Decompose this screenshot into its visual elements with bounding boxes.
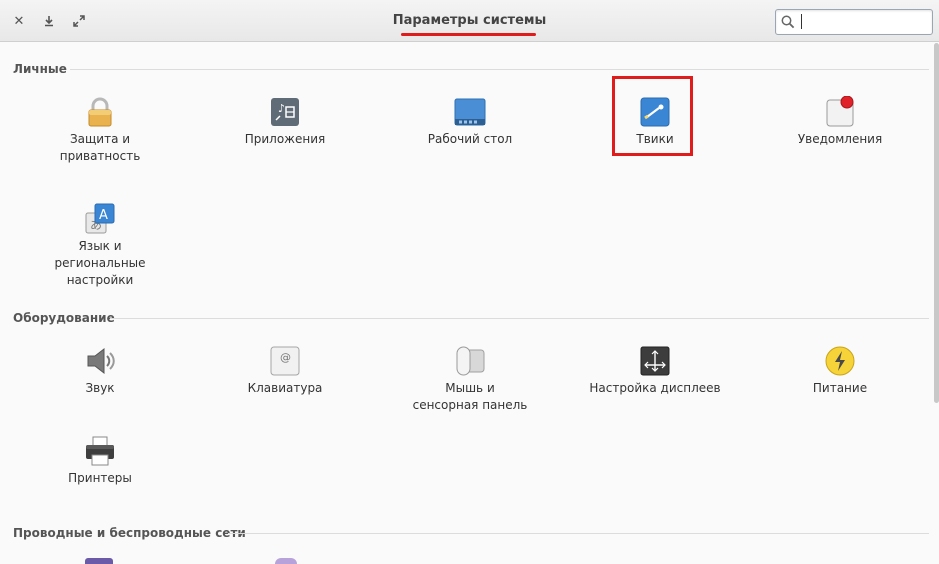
title-underline: [401, 33, 536, 36]
item-language-region[interactable]: あ A Язык и региональные настройки: [25, 203, 175, 289]
item-label: Питание: [812, 381, 868, 395]
item-label: Звук: [85, 381, 115, 395]
language-icon: あ A: [84, 203, 116, 235]
item-keyboard[interactable]: @ Клавиатура: [210, 345, 360, 397]
item-sound[interactable]: Звук: [25, 345, 175, 397]
search-field[interactable]: [775, 9, 933, 35]
lock-icon: [84, 96, 116, 128]
item-applications[interactable]: ♪ Приложения: [210, 96, 360, 148]
title-bar: ✕ Параметры системы: [0, 0, 939, 42]
power-icon: [824, 345, 856, 377]
section-header-hardware: Оборудование: [13, 311, 115, 325]
search-input[interactable]: [800, 12, 930, 32]
display-icon: [639, 345, 671, 377]
item-printers[interactable]: Принтеры: [25, 435, 175, 487]
svg-text:♪: ♪: [278, 102, 285, 115]
section-divider: [110, 318, 929, 319]
highlight-box: [612, 76, 693, 156]
section-divider: [70, 69, 929, 70]
speaker-icon: [84, 345, 116, 377]
item-label: Рабочий стол: [427, 132, 513, 146]
network-item-icon-partial: [275, 558, 297, 564]
item-label: Мышь и сенсорная панель: [412, 381, 528, 412]
svg-text:A: A: [99, 208, 108, 223]
item-label: Клавиатура: [247, 381, 323, 395]
item-desktop[interactable]: Рабочий стол: [395, 96, 545, 148]
section-header-network: Проводные и беспроводные сети: [13, 526, 246, 540]
keyboard-icon: @: [269, 345, 301, 377]
notifications-icon: [824, 95, 856, 128]
item-label: Приложения: [244, 132, 326, 146]
desktop-icon: [454, 96, 486, 128]
item-displays[interactable]: Настройка дисплеев: [580, 345, 730, 397]
item-mouse-touchpad[interactable]: Мышь и сенсорная панель: [395, 345, 545, 414]
section-header-personal: Личные: [13, 62, 67, 76]
applications-icon: ♪: [269, 96, 301, 128]
item-label: Настройка дисплеев: [589, 381, 721, 395]
item-label: Уведомления: [797, 132, 883, 146]
section-divider: [228, 533, 929, 534]
scrollbar[interactable]: [934, 43, 939, 403]
item-label: Защита и приватность: [59, 132, 141, 163]
item-label: Язык и региональные настройки: [54, 239, 146, 287]
svg-text:@: @: [280, 351, 291, 364]
item-power[interactable]: Питание: [765, 345, 915, 397]
item-label: Принтеры: [68, 471, 132, 485]
network-item-icon-partial: [85, 558, 113, 564]
mouse-icon: [454, 345, 486, 377]
item-security-privacy[interactable]: Защита и приватность: [25, 96, 175, 165]
item-notifications[interactable]: Уведомления: [765, 95, 915, 148]
printer-icon: [84, 435, 116, 467]
search-icon: [781, 14, 795, 33]
